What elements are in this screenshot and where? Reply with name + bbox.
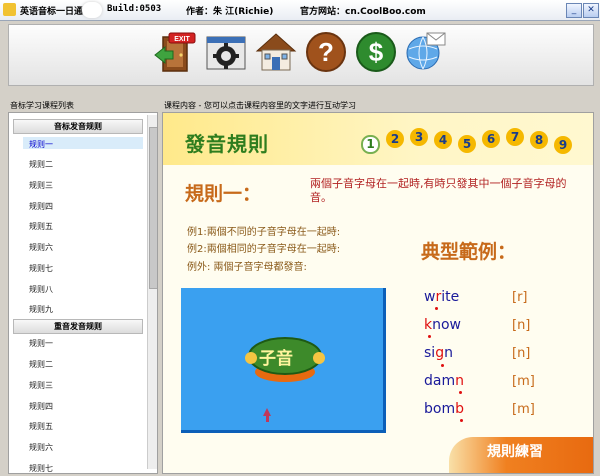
silent-letter: b: [455, 401, 464, 417]
word-suffix: ite: [441, 289, 460, 305]
example-line[interactable]: 例外: 兩個子音字母都發音:: [187, 258, 307, 273]
rule-practice-label: 規則練習: [487, 444, 543, 460]
list-item[interactable]: 规则四: [29, 401, 53, 412]
rule-number-7[interactable]: 7: [506, 128, 524, 146]
exit-icon: EXIT: [154, 32, 196, 72]
rule-number-5[interactable]: 5: [458, 135, 476, 153]
list-item[interactable]: 规则七: [29, 463, 53, 473]
animation-area[interactable]: 子音: [181, 288, 386, 433]
minimize-button[interactable]: _: [566, 3, 582, 18]
rule-number-9[interactable]: 9: [554, 136, 572, 154]
app-icon: [3, 3, 16, 16]
author-label: 作者：朱 江(Richie): [186, 7, 274, 17]
app-title: 英语音标一日通: [20, 7, 84, 17]
settings-button[interactable]: [203, 29, 249, 75]
list-item[interactable]: 规则六: [29, 442, 53, 453]
phonetic-symbol[interactable]: [m]: [512, 374, 535, 389]
course-list-panel: 音标发音规则 规则一 规则二 规则三 规则四 规则五 规则六 规则七 规则八 规…: [8, 112, 158, 474]
silent-letter-dot: [428, 335, 431, 338]
silent-letter-dot: [435, 307, 438, 310]
phonetic-symbol[interactable]: [n]: [512, 318, 530, 333]
list-item[interactable]: 规则二: [29, 359, 53, 370]
home-button[interactable]: [253, 29, 299, 75]
svg-text:$: $: [369, 37, 384, 67]
list-item[interactable]: 规则五: [29, 221, 53, 232]
list-item[interactable]: 规则五: [29, 421, 53, 432]
website-label: 官方网站：cn.CoolBoo.com: [300, 7, 426, 17]
scrollbar-thumb[interactable]: [149, 127, 157, 289]
example-line[interactable]: 例2:兩個相同的子音字母在一起時:: [187, 240, 340, 255]
phonetic-symbol[interactable]: [n]: [512, 346, 530, 361]
phonetic-symbol[interactable]: [r]: [512, 290, 528, 305]
word-prefix: si: [424, 345, 436, 361]
build-label: Build:0503: [107, 4, 162, 14]
title-bar: 英语音标一日通 Build:0503 作者：朱 江(Richie) 官方网站：c…: [0, 0, 600, 21]
rule-number-1[interactable]: 1: [361, 135, 380, 154]
list-item[interactable]: 规则三: [29, 380, 53, 391]
example-word-write[interactable]: write: [424, 289, 459, 305]
silent-letter: g: [435, 345, 445, 361]
rule-practice-button[interactable]: 規則練習: [449, 437, 593, 473]
silent-letter-dot: [441, 364, 444, 367]
phonetic-symbol[interactable]: [m]: [512, 402, 535, 417]
exit-button[interactable]: EXIT: [153, 29, 199, 75]
group-header-stress-rules[interactable]: 重音发音规则: [13, 319, 143, 334]
list-item[interactable]: 规则七: [29, 263, 53, 274]
rule-title: 規則一：: [185, 183, 262, 205]
word-prefix: bom: [424, 401, 456, 417]
word-prefix: dam: [424, 373, 456, 389]
typical-examples-title: 典型範例：: [421, 241, 517, 263]
website-button[interactable]: [403, 29, 449, 75]
lesson-title: 發音規則: [185, 132, 269, 156]
silent-letter: n: [455, 373, 464, 389]
rule-number-4[interactable]: 4: [434, 131, 452, 149]
close-button[interactable]: ✕: [583, 3, 599, 18]
example-line[interactable]: 例1:兩個不同的子音字母在一起時:: [187, 223, 340, 238]
word-suffix: n: [444, 345, 453, 361]
rule-number-3[interactable]: 3: [410, 128, 428, 146]
help-button[interactable]: ?: [303, 29, 349, 75]
word-prefix: w: [424, 289, 436, 305]
rule-number-2[interactable]: 2: [386, 130, 404, 148]
svg-text:?: ?: [318, 37, 334, 67]
list-item[interactable]: 规则一: [29, 338, 53, 349]
list-item[interactable]: 规则二: [29, 159, 53, 170]
toolbar: EXIT ? $: [8, 24, 594, 86]
globe-mail-icon: [406, 32, 446, 70]
list-item[interactable]: 规则四: [29, 201, 53, 212]
example-word-know[interactable]: know: [424, 317, 461, 333]
rule-number-6[interactable]: 6: [482, 130, 500, 148]
dollar-icon: $: [356, 32, 396, 72]
list-item[interactable]: 规则六: [29, 242, 53, 253]
settings-icon: [206, 36, 246, 70]
list-scrollbar[interactable]: [147, 115, 157, 469]
lesson-content-panel: 發音規則 1 2 3 4 5 6 7 8 9 規則一： 兩個子音字母在一起時,有…: [162, 112, 594, 474]
list-item[interactable]: 规则一: [29, 139, 53, 150]
left-panel-caption: 音标学习课程列表: [10, 101, 74, 110]
list-item[interactable]: 规则三: [29, 180, 53, 191]
help-icon: ?: [306, 32, 346, 72]
list-item[interactable]: 规则八: [29, 284, 53, 295]
donate-button[interactable]: $: [353, 29, 399, 75]
rule-number-8[interactable]: 8: [530, 131, 548, 149]
home-icon: [255, 33, 297, 71]
svg-text:EXIT: EXIT: [174, 36, 190, 43]
list-item[interactable]: 规则九: [29, 304, 53, 315]
example-word-sign[interactable]: sign: [424, 345, 453, 361]
silent-letter-dot: [460, 419, 463, 422]
silent-letter: k: [424, 317, 433, 333]
silent-letter-dot: [459, 391, 462, 394]
example-word-bomb[interactable]: bomb: [424, 401, 464, 417]
word-suffix: now: [432, 317, 461, 333]
rule-description[interactable]: 兩個子音字母在一起時,有時只發其中一個子音字母的音。: [310, 177, 580, 205]
title-blob-decoration: [82, 2, 102, 18]
group-header-phonetic-rules[interactable]: 音标发音规则: [13, 119, 143, 134]
video-label: 子音: [259, 349, 293, 369]
example-word-damn[interactable]: damn: [424, 373, 464, 389]
content-panel-caption: 课程内容 - 您可以点击课程内容里的文字进行互动学习: [164, 101, 356, 110]
